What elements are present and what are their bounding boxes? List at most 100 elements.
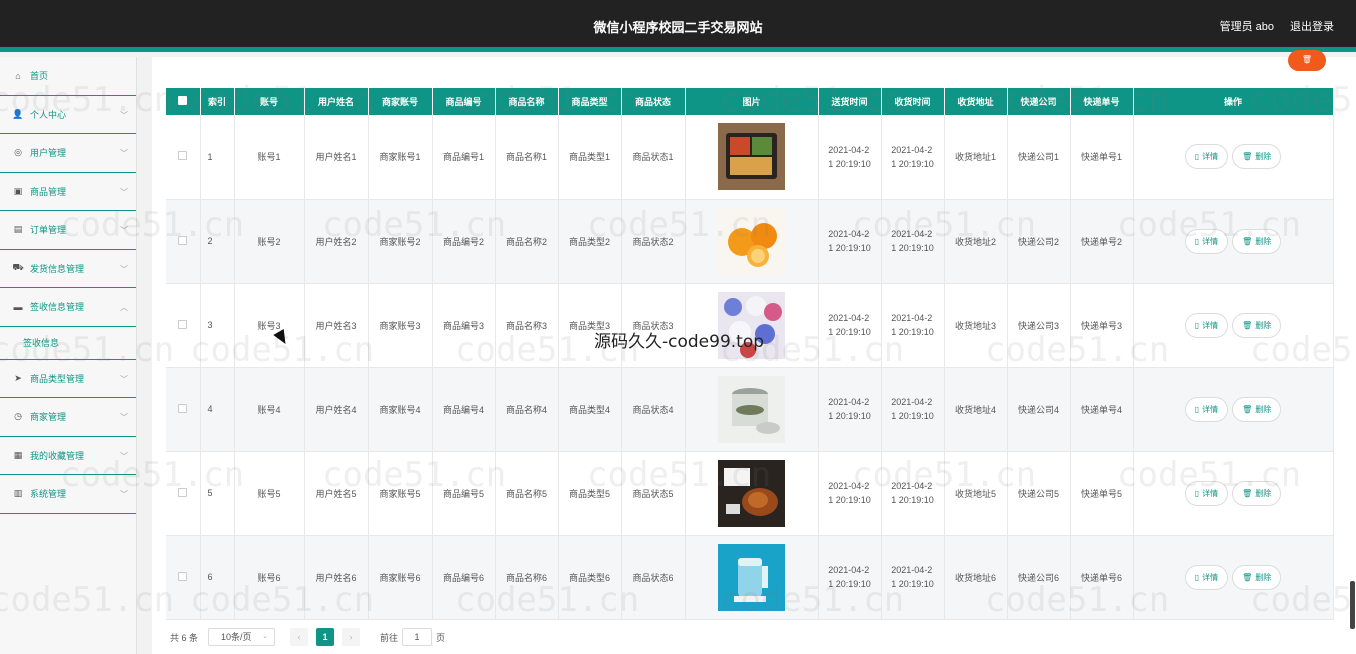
- recv-date: 2021-04-2: [891, 144, 933, 155]
- cell-index: 2: [200, 199, 235, 284]
- delete-button[interactable]: 🗑 删除: [1232, 144, 1282, 170]
- cell-actions: ▯ 详情 🗑 删除: [1133, 451, 1334, 536]
- page-number-current[interactable]: 1: [316, 628, 335, 646]
- row-checkbox[interactable]: [166, 367, 201, 452]
- data-table: 索引 账号 用户姓名 商家账号 商品编号 商品名称 商品类型 商品状态 图片 送…: [166, 88, 1334, 620]
- cell-goods-no: 商品编号5: [432, 451, 496, 536]
- chevron-down-icon: ﹀: [120, 187, 128, 197]
- delete-button[interactable]: 🗑 删除: [1232, 396, 1282, 422]
- select-all-checkbox[interactable]: [166, 88, 201, 115]
- sidebar-item-0[interactable]: ⌂ 首页: [0, 57, 136, 96]
- sidebar-item-label: 订单管理: [30, 225, 67, 236]
- cell-goods-no: 商品编号2: [432, 199, 496, 284]
- delete-button[interactable]: 🗑 删除: [1232, 312, 1282, 338]
- goto-page-input[interactable]: 1: [402, 628, 433, 646]
- detail-button-label: 详情: [1202, 572, 1219, 582]
- sidebar-subitem-sign-info[interactable]: 签收信息: [0, 327, 136, 360]
- sidebar-item-7[interactable]: ➤ 商品类型管理 ﹀: [0, 360, 136, 398]
- table-row: 4 账号4 用户姓名4 商家账号4 商品编号4 商品名称4 商品类型4 商品状态4 2021-0…: [166, 367, 1334, 452]
- detail-button-label: 详情: [1202, 152, 1219, 162]
- col-header-image: 图片: [685, 88, 819, 115]
- delete-button[interactable]: 🗑 删除: [1232, 564, 1282, 590]
- cell-index: 4: [200, 367, 235, 452]
- ship-time: 1 20:19:10: [828, 243, 871, 253]
- detail-button[interactable]: ▯ 详情: [1184, 396, 1229, 422]
- sidebar-item-label: 签收信息管理: [30, 302, 85, 313]
- ship-date: 2021-04-2: [828, 565, 870, 575]
- table-row: 1 账号1 用户姓名1 商家账号1 商品编号1 商品名称1 商品类型1 商品状态1 2021-0…: [166, 115, 1334, 200]
- cell-courier: 快递公司3: [1007, 283, 1071, 368]
- sidebar-item-label: 商品管理: [30, 186, 67, 197]
- recv-time: 1 20:19:10: [891, 495, 934, 505]
- detail-button[interactable]: ▯ 详情: [1184, 312, 1229, 338]
- page-size-value: 10条/页: [221, 632, 252, 642]
- col-header-recv-time: 收货时间: [881, 88, 945, 115]
- row-checkbox[interactable]: [166, 115, 201, 200]
- cell-goods-name: 商品名称6: [495, 535, 559, 620]
- row-checkbox[interactable]: [166, 535, 201, 620]
- col-header-username: 用户姓名: [304, 88, 369, 115]
- table-row: 2 账号2 用户姓名2 商家账号2 商品编号2 商品名称2 商品类型2 商品状态2 2021-0…: [166, 199, 1334, 284]
- next-page-button[interactable]: ›: [342, 628, 361, 646]
- chevron-down-icon: ﹀: [120, 451, 128, 461]
- row-checkbox[interactable]: [166, 283, 201, 368]
- ship-time: 1 20:19:10: [828, 495, 871, 505]
- cell-recv-time: 2021-04-2 1 20:19:10: [881, 115, 945, 200]
- floating-action-button[interactable]: 🗑: [1288, 50, 1326, 71]
- col-header-actions: 操作: [1133, 88, 1334, 115]
- sidebar-item-label: 发货信息管理: [30, 263, 85, 274]
- detail-button[interactable]: ▯ 详情: [1184, 480, 1229, 506]
- sidebar-item-2[interactable]: ◎ 用户管理 ﹀: [0, 134, 136, 173]
- sidebar-item-6[interactable]: ▬ 签收信息管理 ︿: [0, 288, 136, 327]
- delete-button[interactable]: 🗑 删除: [1232, 228, 1282, 254]
- settings-icon: ▥: [13, 488, 23, 499]
- order-icon: ▤: [13, 224, 23, 235]
- sidebar-item-4[interactable]: ▤ 订单管理 ﹀: [0, 211, 136, 250]
- col-header-index: 索引: [200, 88, 235, 115]
- chevron-down-icon: ⌄: [262, 633, 269, 640]
- sidebar-item-10[interactable]: ▥ 系统管理 ﹀: [0, 475, 136, 514]
- recv-time: 1 20:19:10: [891, 158, 934, 169]
- pagination: 共 6 条 10条/页 ⌄ ‹ 1 › 前往 1 页: [170, 628, 445, 646]
- sidebar-item-3[interactable]: ▣ 商品管理 ﹀: [0, 173, 136, 211]
- cell-actions: ▯ 详情 🗑 删除: [1133, 535, 1334, 620]
- delete-button-label: 删除: [1255, 404, 1272, 414]
- cell-image: [685, 283, 819, 368]
- sidebar-item-5[interactable]: ⛟ 发货信息管理 ﹀: [0, 250, 136, 288]
- cell-goods-type: 商品类型2: [558, 199, 622, 284]
- sidebar-item-label: 商家管理: [30, 412, 67, 423]
- cell-image: [685, 367, 819, 452]
- table-row: 5 账号5 用户姓名5 商家账号5 商品编号5 商品名称5 商品类型5 商品状态5 2021-0…: [166, 451, 1334, 536]
- cell-address: 收货地址1: [944, 115, 1008, 200]
- top-bar: 微信小程序校园二手交易网站 管理员 abo 退出登录: [0, 0, 1356, 52]
- detail-button[interactable]: ▯ 详情: [1184, 144, 1229, 170]
- cell-address: 收货地址6: [944, 535, 1008, 620]
- detail-button[interactable]: ▯ 详情: [1184, 564, 1229, 590]
- cell-ship-time: 2021-04-2 1 20:19:10: [818, 283, 882, 368]
- page-size-select[interactable]: 10条/页 ⌄: [208, 628, 276, 646]
- sidebar-item-9[interactable]: ▦ 我的收藏管理 ﹀: [0, 437, 136, 475]
- vertical-scrollbar[interactable]: [1350, 581, 1355, 629]
- row-checkbox[interactable]: [166, 199, 201, 284]
- cell-goods-no: 商品编号4: [432, 367, 496, 452]
- cell-goods-no: 商品编号3: [432, 283, 496, 368]
- chevron-down-icon: ﹀: [120, 490, 128, 499]
- sidebar-item-8[interactable]: ◷ 商家管理 ﹀: [0, 398, 136, 437]
- cell-address: 收货地址3: [944, 283, 1008, 368]
- delete-button[interactable]: 🗑 删除: [1232, 480, 1282, 506]
- col-header-address: 收货地址: [944, 88, 1008, 115]
- detail-button[interactable]: ▯ 详情: [1184, 228, 1229, 254]
- cell-recv-time: 2021-04-2 1 20:19:10: [881, 451, 945, 536]
- row-checkbox[interactable]: [166, 451, 201, 536]
- document-icon: ▯: [1194, 488, 1200, 498]
- logout-link[interactable]: 退出登录: [1290, 18, 1334, 34]
- cell-merchant: 商家账号2: [368, 199, 433, 284]
- cell-index: 3: [200, 283, 235, 368]
- sidebar-item-label: 系统管理: [30, 489, 67, 500]
- cell-goods-no: 商品编号1: [432, 115, 496, 200]
- cell-courier: 快递公司6: [1007, 535, 1071, 620]
- cell-merchant: 商家账号1: [368, 115, 433, 200]
- prev-page-button[interactable]: ‹: [290, 628, 309, 646]
- cell-goods-name: 商品名称5: [495, 451, 559, 536]
- sidebar-item-1[interactable]: 👤 个人中心 ﹀: [0, 96, 136, 134]
